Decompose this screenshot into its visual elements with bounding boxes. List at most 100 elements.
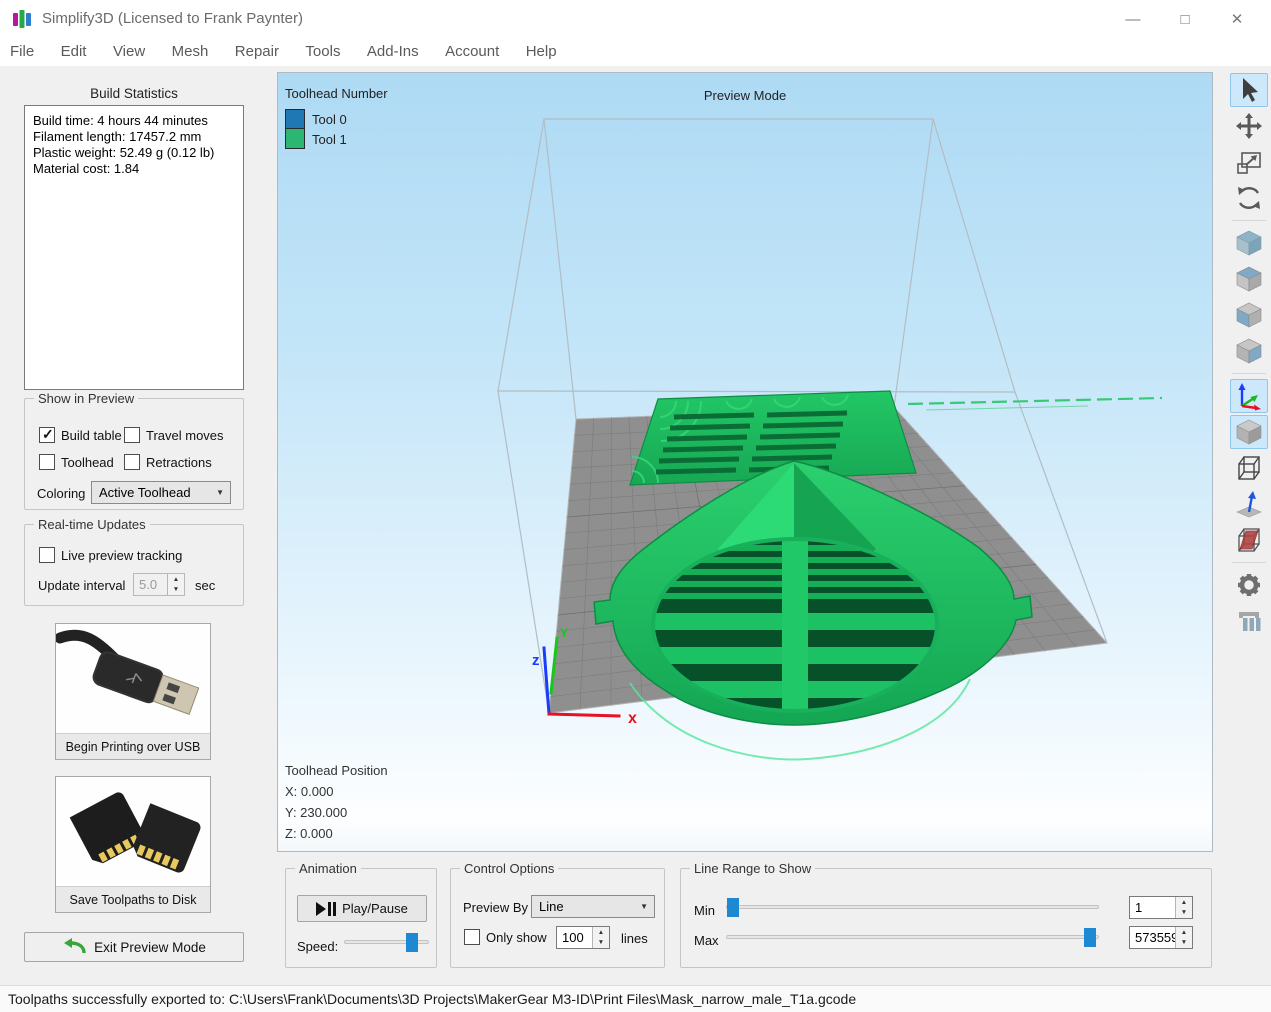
titlebar: Simplify3D (Licensed to Frank Paynter) —… bbox=[0, 0, 1271, 38]
machine-settings-button[interactable] bbox=[1230, 568, 1268, 602]
toolhead-position-x: X: 0.000 bbox=[285, 784, 388, 805]
min-line-slider[interactable] bbox=[726, 898, 1099, 917]
menu-account[interactable]: Account bbox=[434, 38, 510, 60]
update-interval-spinner-arrows[interactable]: ▲▼ bbox=[167, 574, 184, 595]
control-options-title: Control Options bbox=[460, 861, 558, 876]
toolhead-position-y: Y: 230.000 bbox=[285, 805, 388, 826]
top-view-button[interactable] bbox=[1230, 262, 1268, 296]
preview-viewport[interactable]: z Y x Toolhead Number Tool 0 Tool 1 Prev… bbox=[277, 72, 1213, 852]
prime-line bbox=[908, 398, 1162, 410]
checkbox-live-preview-tracking[interactable]: Live preview tracking bbox=[39, 547, 182, 563]
checkbox-travel-moves-box[interactable] bbox=[124, 427, 140, 443]
wireframe-view-button[interactable] bbox=[1230, 451, 1268, 485]
solid-view-button[interactable] bbox=[1230, 415, 1268, 449]
gear-icon bbox=[1234, 570, 1264, 600]
default-view-button[interactable] bbox=[1230, 226, 1268, 260]
checkbox-retractions[interactable]: Retractions bbox=[124, 454, 212, 470]
checkbox-toolhead[interactable]: Toolhead bbox=[39, 454, 114, 470]
exit-preview-mode-button[interactable]: Exit Preview Mode bbox=[24, 932, 244, 962]
front-view-cube-icon bbox=[1234, 300, 1264, 330]
build-statistics-box: Build time: 4 hours 44 minutes Filament … bbox=[24, 105, 244, 390]
toolbar-separator bbox=[1232, 220, 1266, 221]
checkbox-only-show[interactable]: Only show bbox=[464, 929, 547, 945]
solid-cube-icon bbox=[1234, 417, 1264, 447]
coordinate-axes-button[interactable] bbox=[1230, 379, 1268, 413]
scale-icon bbox=[1234, 147, 1264, 177]
usb-connector-image bbox=[56, 624, 210, 733]
checkbox-travel-moves[interactable]: Travel moves bbox=[124, 427, 224, 443]
move-tool-button[interactable] bbox=[1230, 109, 1268, 143]
preview-by-dropdown[interactable]: Line bbox=[531, 895, 655, 918]
toolbar-separator bbox=[1232, 373, 1266, 374]
coloring-dropdown[interactable]: Active Toolhead bbox=[91, 481, 231, 504]
app-window: Simplify3D (Licensed to Frank Paynter) —… bbox=[0, 0, 1271, 1012]
scale-tool-button[interactable] bbox=[1230, 145, 1268, 179]
surface-normals-button[interactable] bbox=[1230, 487, 1268, 521]
line-range-title: Line Range to Show bbox=[690, 861, 815, 876]
checkbox-retractions-box[interactable] bbox=[124, 454, 140, 470]
max-line-slider[interactable] bbox=[726, 928, 1099, 947]
status-bar: Toolpaths successfully exported to: C:\U… bbox=[0, 985, 1271, 1012]
menu-help[interactable]: Help bbox=[515, 38, 568, 60]
min-line-spinner[interactable]: 1 ▲▼ bbox=[1129, 896, 1193, 919]
menu-file[interactable]: File bbox=[0, 38, 45, 60]
lines-unit-label: lines bbox=[621, 931, 648, 946]
cross-section-icon bbox=[1234, 525, 1264, 555]
begin-printing-usb-button[interactable]: Begin Printing over USB bbox=[55, 623, 211, 760]
x-axis-label: x bbox=[628, 710, 637, 727]
top-view-cube-icon bbox=[1234, 264, 1264, 294]
stat-plastic-weight: Plastic weight: 52.49 g (0.12 lb) bbox=[33, 145, 235, 161]
only-show-lines-spinner[interactable]: 100 ▲▼ bbox=[556, 926, 610, 949]
speed-slider-handle[interactable] bbox=[406, 933, 418, 952]
menu-view[interactable]: View bbox=[102, 38, 156, 60]
update-interval-spinner[interactable]: 5.0 ▲▼ bbox=[133, 573, 185, 596]
y-axis-label: Y bbox=[560, 626, 568, 640]
side-view-button[interactable] bbox=[1230, 334, 1268, 368]
menu-repair[interactable]: Repair bbox=[224, 38, 290, 60]
max-spinner-arrows[interactable]: ▲▼ bbox=[1175, 927, 1192, 948]
save-toolpaths-label: Save Toolpaths to Disk bbox=[56, 886, 210, 912]
min-slider-handle[interactable] bbox=[727, 898, 739, 917]
speed-slider[interactable] bbox=[344, 933, 429, 952]
max-line-spinner[interactable]: 573559 ▲▼ bbox=[1129, 926, 1193, 949]
checkbox-only-show-box[interactable] bbox=[464, 929, 480, 945]
rotate-tool-button[interactable] bbox=[1230, 181, 1268, 215]
tool0-color-swatch bbox=[285, 109, 305, 129]
update-interval-label: Update interval bbox=[38, 578, 125, 593]
save-toolpaths-button[interactable]: Save Toolpaths to Disk bbox=[55, 776, 211, 913]
view-toolbar bbox=[1227, 72, 1271, 985]
checkbox-live-preview-box[interactable] bbox=[39, 547, 55, 563]
menubar: File Edit View Mesh Repair Tools Add-Ins… bbox=[0, 38, 1271, 66]
lines-spinner-arrows[interactable]: ▲▼ bbox=[592, 927, 609, 948]
support-structures-button[interactable] bbox=[1230, 604, 1268, 638]
menu-edit[interactable]: Edit bbox=[50, 38, 98, 60]
menu-tools[interactable]: Tools bbox=[294, 38, 351, 60]
max-slider-handle[interactable] bbox=[1084, 928, 1096, 947]
min-spinner-arrows[interactable]: ▲▼ bbox=[1175, 897, 1192, 918]
window-title: Simplify3D (Licensed to Frank Paynter) bbox=[42, 10, 303, 27]
checkbox-toolhead-box[interactable] bbox=[39, 454, 55, 470]
status-message: Toolpaths successfully exported to: C:\U… bbox=[8, 991, 856, 1007]
menu-add-ins[interactable]: Add-Ins bbox=[356, 38, 430, 60]
play-pause-button[interactable]: Play/Pause bbox=[297, 895, 427, 922]
front-view-button[interactable] bbox=[1230, 298, 1268, 332]
realtime-updates-title: Real-time Updates bbox=[34, 517, 150, 532]
supports-icon bbox=[1234, 606, 1264, 636]
checkbox-build-table[interactable]: Build table bbox=[39, 427, 122, 443]
select-tool-button[interactable] bbox=[1230, 73, 1268, 107]
app-logo-icon bbox=[11, 8, 33, 30]
side-view-cube-icon bbox=[1234, 336, 1264, 366]
menu-mesh[interactable]: Mesh bbox=[161, 38, 220, 60]
maximize-button[interactable]: □ bbox=[1159, 0, 1211, 38]
coloring-label: Coloring bbox=[37, 486, 85, 501]
3d-scene[interactable]: z Y x bbox=[278, 73, 1212, 851]
z-axis-label: z bbox=[532, 652, 540, 669]
tool1-color-swatch bbox=[285, 129, 305, 149]
close-button[interactable]: ✕ bbox=[1211, 0, 1263, 38]
cross-section-button[interactable] bbox=[1230, 523, 1268, 557]
toolhead-position: Toolhead Position X: 0.000 Y: 230.000 Z:… bbox=[285, 763, 388, 847]
checkbox-build-table-box[interactable] bbox=[39, 427, 55, 443]
toolhead-position-z: Z: 0.000 bbox=[285, 826, 388, 847]
minimize-button[interactable]: — bbox=[1107, 0, 1159, 38]
sd-cards-image bbox=[56, 777, 210, 886]
